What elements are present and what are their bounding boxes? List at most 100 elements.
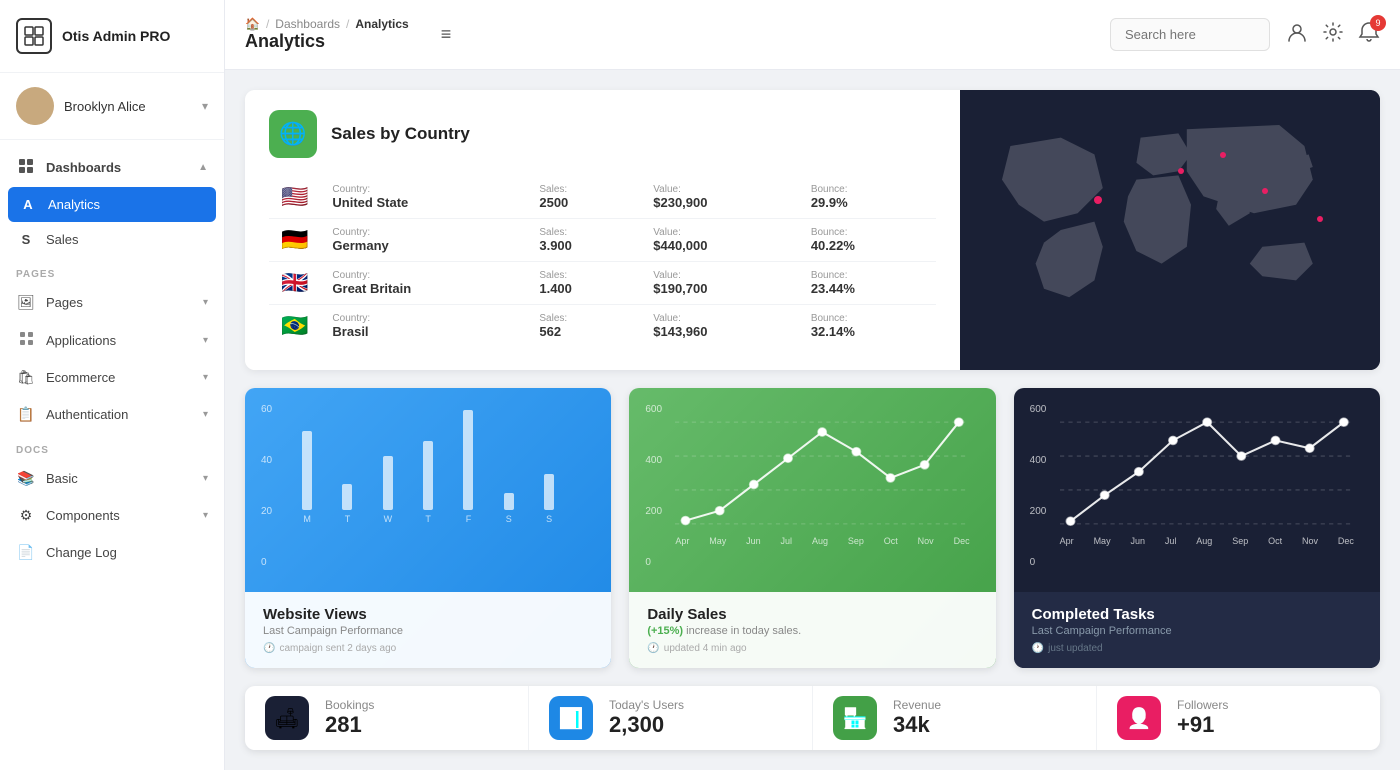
hamburger-icon[interactable]: ≡: [441, 24, 452, 45]
table-row: 🇺🇸 Country: United State Sales: 2500 Val…: [269, 176, 936, 219]
sales-icon: S: [16, 232, 36, 247]
clock-icon-2: 🕐: [647, 643, 659, 654]
sales-value: 562: [539, 324, 629, 339]
ct-y-0: 0: [1030, 557, 1047, 568]
applications-label: Applications: [46, 333, 116, 348]
metric-text-bookings: Bookings 281: [325, 698, 374, 738]
user-profile[interactable]: Brooklyn Alice ▾: [0, 73, 224, 140]
value-value: $143,960: [653, 324, 787, 339]
user-icon[interactable]: [1286, 21, 1308, 48]
metric-value-today_users: 2,300: [609, 712, 684, 738]
sales-country-left: 🌐 Sales by Country 🇺🇸 Country: United St…: [245, 90, 960, 370]
bar: [423, 441, 433, 510]
value-label: Value:: [653, 227, 787, 238]
bar: [342, 484, 352, 510]
value-label: Value:: [653, 184, 787, 195]
completed-tasks-subtitle: Last Campaign Performance: [1032, 625, 1362, 637]
applications-icon: [16, 331, 36, 349]
daily-sales-svg: [675, 412, 969, 534]
avatar: [16, 87, 54, 125]
breadcrumb: 🏠 / Dashboards / Analytics: [245, 17, 409, 31]
bounce-label: Bounce:: [811, 270, 924, 281]
components-label: Components: [46, 508, 120, 523]
bounce-value: 32.14%: [811, 324, 924, 339]
metric-item-bookings: 🛋 Bookings 281: [245, 686, 529, 750]
country-table: 🇺🇸 Country: United State Sales: 2500 Val…: [269, 176, 936, 347]
sidebar-item-sales[interactable]: S Sales: [0, 222, 224, 257]
components-chevron-icon: ▾: [203, 510, 208, 521]
user-name: Brooklyn Alice: [64, 99, 192, 114]
sidebar-item-basic[interactable]: 📚 Basic ▾: [0, 460, 224, 497]
bar-label: T: [425, 514, 431, 524]
bar-label: T: [345, 514, 351, 524]
bar-group: T: [412, 441, 444, 524]
bar: [383, 456, 393, 510]
notification-badge: 9: [1370, 15, 1386, 31]
sales-country-title: Sales by Country: [331, 124, 470, 144]
daily-sales-line-wrap: [645, 404, 979, 534]
sales-label: Sales:: [539, 270, 629, 281]
sidebar-item-changelog[interactable]: 📄 Change Log: [0, 534, 224, 571]
daily-sales-meta: 🕐 updated 4 min ago: [647, 643, 977, 654]
bar-label: F: [466, 514, 472, 524]
metric-icon-today_users: 📊: [549, 696, 593, 740]
sales-value: 1.400: [539, 281, 629, 296]
bar-group: S: [493, 493, 525, 524]
search-input[interactable]: [1110, 18, 1270, 51]
daily-sales-title: Daily Sales: [647, 606, 977, 623]
country-label: Country:: [332, 184, 515, 195]
notification-icon[interactable]: 9: [1358, 21, 1380, 48]
country-label: Country:: [332, 270, 515, 281]
settings-icon[interactable]: [1322, 21, 1344, 48]
home-icon[interactable]: 🏠: [245, 17, 260, 31]
breadcrumb-current: Analytics: [355, 17, 408, 31]
value-label: Value:: [653, 313, 787, 324]
metric-label-bookings: Bookings: [325, 698, 374, 712]
sales-value: 2500: [539, 195, 629, 210]
country-name: Great Britain: [332, 281, 515, 296]
breadcrumb-sep-2: /: [346, 17, 349, 31]
country-flag: 🇩🇪: [281, 227, 308, 252]
sidebar-item-analytics[interactable]: A Analytics: [8, 187, 216, 222]
sidebar-item-components[interactable]: ⚙ Components ▾: [0, 497, 224, 534]
sidebar-item-applications[interactable]: Applications ▾: [0, 321, 224, 359]
breadcrumb-dashboards[interactable]: Dashboards: [275, 17, 340, 31]
logo-icon: [16, 18, 52, 54]
dashboards-label: Dashboards: [46, 160, 121, 175]
metric-icon-followers: 👤: [1117, 696, 1161, 740]
metric-value-revenue: 34k: [893, 712, 941, 738]
globe-icon: 🌐: [269, 110, 317, 158]
applications-chevron-icon: ▾: [203, 335, 208, 346]
completed-tasks-footer: Completed Tasks Last Campaign Performanc…: [1014, 592, 1380, 668]
country-name: Germany: [332, 238, 515, 253]
sales-country-header: 🌐 Sales by Country: [269, 110, 936, 158]
bar-group: M: [291, 431, 323, 524]
sidebar-item-authentication[interactable]: 📋 Authentication ▾: [0, 396, 224, 433]
completed-tasks-chart: 600 400 200 0 AprMayJunJulAugSepOctNovDe…: [1014, 388, 1380, 592]
components-icon: ⚙: [16, 507, 36, 524]
basic-chevron-icon: ▾: [203, 473, 208, 484]
metric-label-followers: Followers: [1177, 698, 1228, 712]
logo-text: Otis Admin PRO: [62, 28, 170, 44]
sidebar-item-pages[interactable]: 🖼 Pages ▾: [0, 284, 224, 321]
sidebar-item-dashboards[interactable]: Dashboards ▲: [0, 148, 224, 187]
daily-sales-highlight: (+15%): [647, 625, 683, 637]
completed-tasks-line-wrap: [1030, 404, 1364, 534]
metric-label-revenue: Revenue: [893, 698, 941, 712]
pages-icon: 🖼: [16, 294, 36, 311]
sidebar-logo: Otis Admin PRO: [0, 0, 224, 73]
metric-value-bookings: 281: [325, 712, 374, 738]
bar-label: M: [303, 514, 311, 524]
bar-label: W: [384, 514, 393, 524]
website-views-chart: 60 40 20 0 M T W T F S S: [245, 388, 611, 592]
sidebar-item-ecommerce[interactable]: 🛍 Ecommerce ▾: [0, 359, 224, 396]
authentication-chevron-icon: ▾: [203, 409, 208, 420]
bar-label: S: [546, 514, 552, 524]
bounce-value: 29.9%: [811, 195, 924, 210]
analytics-label: Analytics: [48, 197, 100, 212]
bar-chart: M T W T F S S: [261, 404, 595, 524]
bar-group: T: [331, 484, 363, 524]
table-row: 🇬🇧 Country: Great Britain Sales: 1.400 V…: [269, 262, 936, 305]
bar: [463, 410, 473, 510]
value-label: Value:: [653, 270, 787, 281]
